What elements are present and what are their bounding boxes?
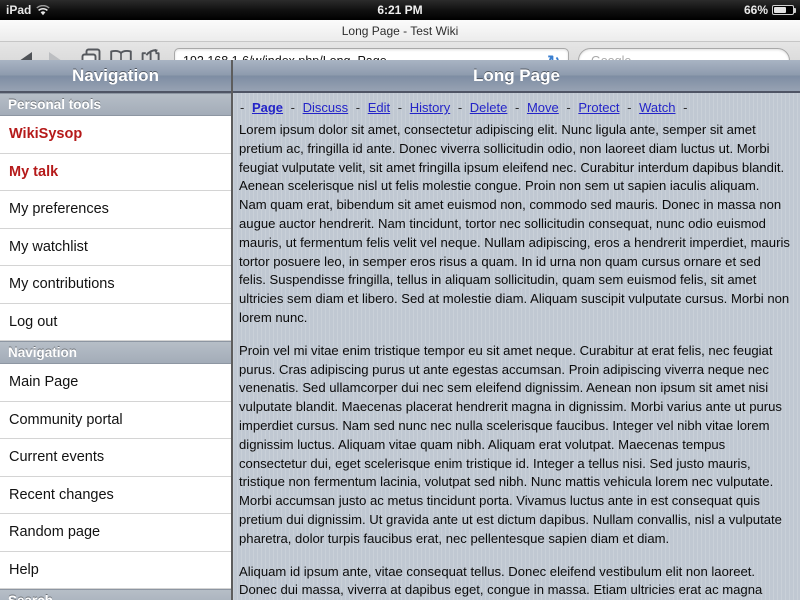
sidebar-item-my-contributions[interactable]: My contributions: [0, 266, 231, 304]
tab-separator: -: [566, 100, 571, 115]
status-bar-left: iPad: [6, 3, 51, 17]
wiki-content: Long Page - Page - Discuss - Edit - Hist…: [233, 60, 800, 600]
tab-history[interactable]: History: [410, 100, 450, 115]
article-body: Lorem ipsum dolor sit amet, consectetur …: [233, 121, 800, 600]
sidebar-item-help[interactable]: Help: [0, 551, 231, 589]
sidebar-item-label: My talk: [9, 163, 59, 180]
sidebar-title: Navigation: [0, 60, 231, 93]
tab-separator: -: [683, 100, 688, 115]
web-page-viewport: Navigation Personal tools WikiSysop My t…: [0, 60, 800, 600]
sidebar-item-label: Current events: [9, 449, 105, 466]
tab-page[interactable]: Page: [252, 100, 283, 115]
sidebar-item-log-out[interactable]: Log out: [0, 303, 231, 341]
sidebar-item-label: Random page: [9, 524, 101, 541]
sidebar-item-label: My preferences: [9, 201, 109, 218]
ipad-safari-screenshot: iPad 6:21 PM 66% Long Page - Test Wiki N…: [0, 0, 800, 600]
tab-separator: -: [397, 100, 403, 115]
status-bar-clock: 6:21 PM: [377, 3, 423, 17]
sidebar-item-label: Log out: [9, 313, 58, 330]
window-title-bar: Long Page - Test Wiki: [0, 20, 800, 42]
sidebar-item-label: My contributions: [9, 276, 115, 293]
tab-separator: -: [457, 100, 463, 115]
tab-protect[interactable]: Protect: [578, 100, 619, 115]
tab-edit[interactable]: Edit: [368, 100, 390, 115]
tab-separator: -: [515, 100, 520, 115]
sidebar-item-current-events[interactable]: Current events: [0, 439, 231, 477]
sidebar-item-label: Main Page: [9, 374, 79, 391]
sidebar-item-my-preferences[interactable]: My preferences: [0, 191, 231, 229]
wiki-sidebar: Navigation Personal tools WikiSysop My t…: [0, 60, 233, 600]
tab-separator: -: [290, 100, 296, 115]
tab-separator: -: [240, 100, 245, 115]
sidebar-item-label: Help: [9, 561, 39, 578]
tab-move[interactable]: Move: [527, 100, 559, 115]
sidebar-item-recent-changes[interactable]: Recent changes: [0, 476, 231, 514]
tab-delete[interactable]: Delete: [470, 100, 508, 115]
tab-watch[interactable]: Watch: [639, 100, 675, 115]
sidebar-item-label: WikiSysop: [9, 126, 83, 143]
page-title: Long Page: [233, 60, 800, 93]
ios-status-bar: iPad 6:21 PM 66%: [0, 0, 800, 20]
sidebar-item-label: Community portal: [9, 411, 123, 428]
sidebar-section-header-personal-tools: Personal tools: [0, 93, 231, 116]
sidebar-item-main-page[interactable]: Main Page: [0, 364, 231, 402]
wifi-icon: [36, 4, 51, 16]
sidebar-item-my-watchlist[interactable]: My watchlist: [0, 228, 231, 266]
tab-separator: -: [355, 100, 361, 115]
sidebar-item-label: Recent changes: [9, 486, 114, 503]
article-paragraph: Proin vel mi vitae enim tristique tempor…: [239, 342, 782, 546]
sidebar-item-wikisysop[interactable]: WikiSysop: [0, 116, 231, 154]
status-bar-right: 66%: [743, 3, 796, 17]
sidebar-item-community-portal[interactable]: Community portal: [0, 401, 231, 439]
page-window-title: Long Page - Test Wiki: [341, 23, 459, 38]
tab-discuss[interactable]: Discuss: [303, 100, 349, 115]
article-paragraph: Lorem ipsum dolor sit amet, consectetur …: [239, 122, 790, 325]
battery-icon: [772, 5, 796, 15]
sidebar-section-header-search: Search: [0, 589, 231, 600]
sidebar-item-my-talk[interactable]: My talk: [0, 153, 231, 191]
sidebar-item-random-page[interactable]: Random page: [0, 514, 231, 552]
article-paragraph: Aliquam id ipsum ante, vitae consequat t…: [239, 563, 763, 598]
battery-percent-label: 66%: [743, 3, 768, 17]
tab-separator: -: [627, 100, 632, 115]
sidebar-section-header-navigation: Navigation: [0, 341, 231, 364]
wiki-action-tabs: - Page - Discuss - Edit - History - Dele…: [233, 93, 800, 121]
sidebar-item-label: My watchlist: [9, 238, 88, 255]
device-name-label: iPad: [6, 3, 32, 17]
